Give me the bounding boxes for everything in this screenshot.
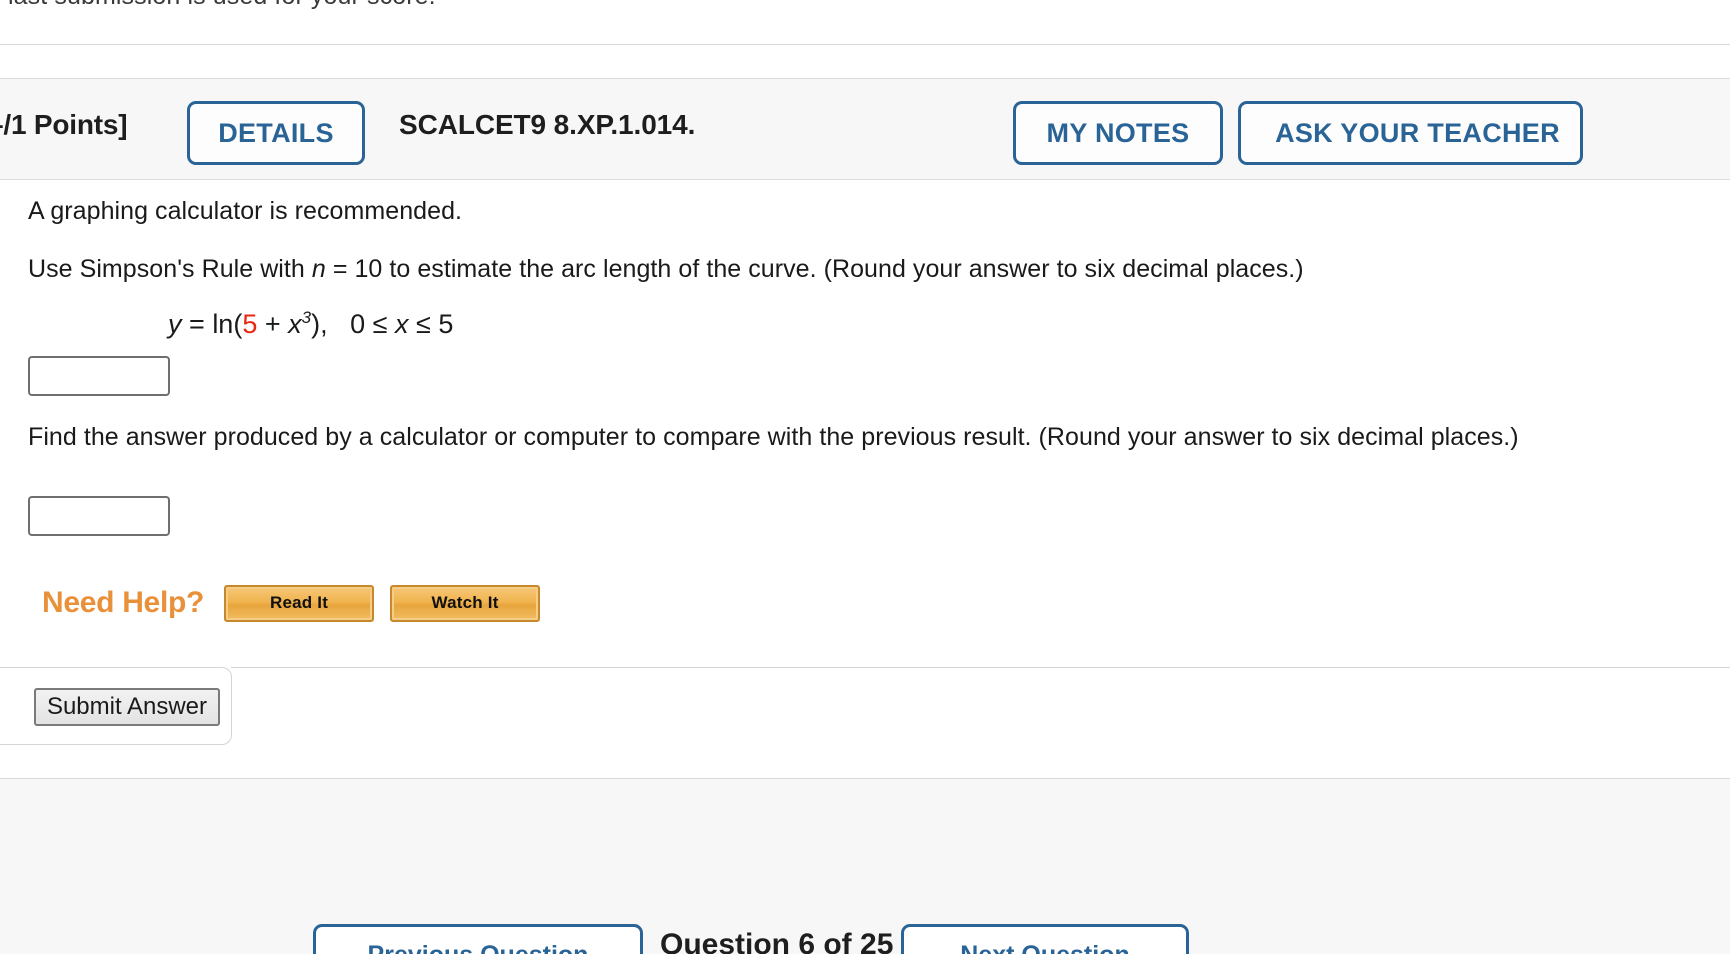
- equation-func: ln(: [212, 309, 243, 339]
- calculator-note-text: A graphing calculator is recommended.: [28, 197, 463, 225]
- previous-question-button[interactable]: Previous Question: [313, 924, 643, 954]
- read-it-button[interactable]: Read It: [224, 584, 375, 622]
- need-help-label: Need Help?: [42, 586, 205, 619]
- variable-n: n: [311, 255, 326, 283]
- previous-question-button-label: Previous Question: [368, 941, 589, 954]
- equation-close: ),: [311, 309, 328, 339]
- ask-your-teacher-button-label: ASK YOUR TEACHER: [1275, 117, 1560, 148]
- bottom-nav-bar: Previous Question Question 6 of 25 Next …: [0, 779, 1730, 954]
- top-notice-text: last submission is used for your score.: [8, 0, 436, 11]
- equation-lhs: y: [168, 309, 182, 339]
- top-notice-strip: last submission is used for your score.: [0, 0, 1730, 30]
- top-divider: [0, 44, 1730, 45]
- second-instruction-text: Find the answer produced by a calculator…: [28, 423, 1519, 451]
- question-counter: Question 6 of 25: [660, 928, 894, 954]
- submit-answer-button-label: Submit Answer: [46, 693, 208, 720]
- need-help-row: Need Help? Read It Watch It: [42, 580, 556, 626]
- equation-constant: 5: [242, 309, 258, 339]
- answer-input-2[interactable]: [28, 496, 170, 536]
- question-header-bar: –/1 Points] DETAILS SCALCET9 8.XP.1.014.…: [0, 78, 1730, 180]
- answer-input-1[interactable]: [28, 356, 170, 396]
- next-question-button-label: Next Question: [960, 941, 1129, 954]
- submit-answer-button[interactable]: Submit Answer: [34, 688, 220, 726]
- details-button-label: DETAILS: [218, 117, 334, 148]
- read-it-button-label: Read It: [269, 593, 329, 612]
- ask-your-teacher-button[interactable]: ASK YOUR TEACHER: [1238, 101, 1583, 165]
- details-button[interactable]: DETAILS: [187, 101, 365, 165]
- watch-it-button[interactable]: Watch It: [390, 584, 541, 622]
- points-label: –/1 Points]: [0, 109, 128, 140]
- equation: y = ln(5 + x3), 0 ≤ x ≤ 5: [168, 308, 453, 340]
- instruction-part-2: = 10 to estimate the arc length of the c…: [325, 255, 1304, 283]
- equation-plus: +: [264, 309, 281, 339]
- equation-domain: 0 ≤ x ≤ 5: [350, 309, 454, 339]
- my-notes-button-label: MY NOTES: [1046, 117, 1190, 148]
- equation-variable: x: [288, 309, 302, 339]
- watch-it-button-label: Watch It: [431, 593, 499, 612]
- instruction-text: Use Simpson's Rule with n = 10 to estima…: [28, 252, 1304, 286]
- instruction-part-1: Use Simpson's Rule with: [28, 255, 312, 283]
- next-question-button[interactable]: Next Question: [901, 924, 1189, 954]
- my-notes-button[interactable]: MY NOTES: [1013, 101, 1223, 165]
- equation-equals: =: [189, 309, 205, 339]
- equation-exponent: 3: [301, 308, 312, 327]
- submit-panel-divider: [231, 667, 1730, 668]
- question-code: SCALCET9 8.XP.1.014.: [399, 109, 696, 140]
